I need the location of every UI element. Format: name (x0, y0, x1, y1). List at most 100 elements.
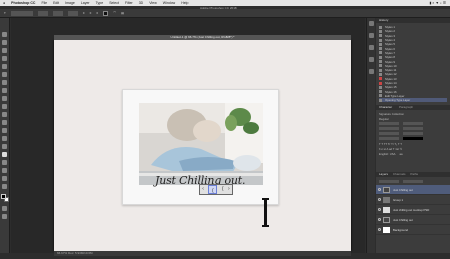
menu-select[interactable]: Select (109, 0, 119, 6)
zoom-tool-icon[interactable] (2, 184, 7, 189)
menu-view[interactable]: View (149, 0, 157, 6)
char-baseline-field[interactable] (379, 137, 399, 140)
healing-tool-icon[interactable] (2, 80, 7, 85)
align-right-icon[interactable]: ≡ (96, 11, 98, 15)
char-color-swatch[interactable] (403, 137, 423, 140)
eye-icon[interactable] (378, 198, 381, 201)
char-size-field[interactable] (379, 122, 399, 125)
tab-character[interactable]: Character (379, 105, 392, 109)
history-item-selected[interactable]: Opening Type Layer (379, 98, 447, 103)
menu-type[interactable]: Type (96, 0, 104, 6)
language-select[interactable]: English: USA (379, 152, 395, 156)
panel-icon-strip (366, 18, 375, 253)
layer-row[interactable]: Just Chilling out (376, 185, 450, 195)
antialias-select[interactable] (67, 10, 78, 16)
lifestyle-photo (139, 103, 263, 185)
type-tool-icon[interactable]: T (4, 11, 6, 15)
history-brush-tool-icon[interactable] (2, 104, 7, 109)
glyph-alt[interactable]: ( (222, 184, 224, 195)
menu-3d[interactable]: 3D (139, 0, 143, 6)
path-select-tool-icon[interactable] (2, 160, 7, 165)
lasso-tool-icon[interactable] (2, 48, 7, 53)
apple-icon[interactable]: ● (3, 0, 5, 6)
eye-icon[interactable] (378, 228, 381, 231)
shape-tool-icon[interactable] (2, 168, 7, 173)
eye-icon[interactable] (378, 208, 381, 211)
foreground-color[interactable] (0, 194, 6, 199)
font-size-select[interactable] (52, 10, 63, 16)
gradient-tool-icon[interactable] (2, 120, 7, 125)
dodge-tool-icon[interactable] (2, 136, 7, 141)
menu-edit[interactable]: Edit (53, 0, 59, 6)
pen-tool-icon[interactable] (2, 144, 7, 149)
hand-tool-icon[interactable] (2, 176, 7, 181)
char-tracking-field[interactable] (403, 127, 423, 130)
document-canvas[interactable]: Untitled-1 @ 66.7% (Just Chilling out, R… (54, 35, 351, 251)
layer-filter-select[interactable] (379, 179, 399, 183)
move-tool-icon[interactable] (2, 32, 7, 37)
tab-paragraph[interactable]: Paragraph (399, 105, 413, 109)
quick-select-tool-icon[interactable] (2, 56, 7, 61)
char-font-select[interactable]: Signature Collection (379, 112, 404, 116)
blur-tool-icon[interactable] (2, 128, 7, 133)
char-leading-field[interactable] (403, 122, 423, 125)
char-opentype-buttons[interactable]: fi σ st A ad T 1st ½ (379, 147, 402, 151)
menu-help[interactable]: Help (181, 0, 188, 6)
menu-file[interactable]: File (41, 0, 47, 6)
color-swatches[interactable] (0, 194, 9, 202)
properties-panel-icon[interactable] (368, 33, 374, 38)
char-style-buttons[interactable]: T T TT Tr T¹ T₁ T T (379, 142, 402, 146)
char-style-select[interactable]: Regular (379, 117, 389, 121)
warp-text-icon[interactable]: ⌒ (113, 11, 116, 15)
eyedropper-tool-icon[interactable] (2, 72, 7, 77)
history-panel-icon[interactable] (368, 21, 374, 26)
layer-row[interactable]: Background (376, 225, 450, 235)
type-tool-icon[interactable] (2, 152, 7, 157)
panels-icon[interactable]: ▤ (121, 11, 124, 15)
eye-icon[interactable] (378, 218, 381, 221)
font-family-select[interactable] (10, 10, 33, 16)
menu-app[interactable]: Photoshop CC (11, 0, 35, 6)
screen-mode-icon[interactable] (2, 214, 7, 219)
options-bar: T ≡ ≡ ≡ ⌒ ▤ (0, 9, 450, 18)
eye-icon[interactable] (378, 188, 381, 191)
align-left-icon[interactable]: ≡ (83, 11, 85, 15)
layer-row[interactable]: Just chilling out mockup PSD (376, 205, 450, 215)
menu-image[interactable]: Image (65, 0, 75, 6)
history-list: Styles 1 Styles 2 Styles 3 Styles 4 Styl… (376, 23, 450, 105)
document-status-bar: 66.67% Doc: 5.93M/10.6M (54, 251, 351, 256)
blend-mode-select[interactable] (403, 179, 423, 183)
font-style-select[interactable] (37, 10, 48, 16)
layer-row[interactable]: Just Chilling out (376, 215, 450, 225)
char-kerning-field[interactable] (379, 127, 399, 130)
eraser-tool-icon[interactable] (2, 112, 7, 117)
crop-tool-icon[interactable] (2, 64, 7, 69)
layer-row[interactable]: Group 1 (376, 195, 450, 205)
glyph-next-icon[interactable]: › (228, 184, 230, 195)
libraries-panel-icon[interactable] (368, 69, 374, 74)
antialias-value[interactable]: aa (399, 152, 402, 156)
adjustments-panel-icon[interactable] (368, 45, 374, 50)
menu-layer[interactable]: Layer (81, 0, 90, 6)
glyph-current[interactable]: ( (208, 185, 218, 194)
char-hscale-field[interactable] (403, 132, 423, 135)
tab-paths[interactable]: Paths (410, 172, 418, 176)
photo-illustration (139, 103, 263, 185)
swatches-panel-icon[interactable] (368, 57, 374, 62)
document-tab[interactable]: Untitled-1 @ 66.7% (Just Chilling out, R… (54, 35, 351, 40)
align-center-icon[interactable]: ≡ (90, 11, 92, 15)
char-vscale-field[interactable] (379, 132, 399, 135)
menu-window[interactable]: Window (163, 0, 175, 6)
menu-filter[interactable]: Filter (125, 0, 133, 6)
right-panels: History Styles 1 Styles 2 Styles 3 Style… (376, 18, 450, 253)
marquee-tool-icon[interactable] (2, 40, 7, 45)
tab-layers[interactable]: Layers (379, 172, 388, 176)
glyph-prev-icon[interactable]: ‹ (202, 184, 204, 195)
tab-channels[interactable]: Channels (393, 172, 406, 176)
text-color-swatch[interactable] (103, 10, 109, 16)
status-icons: ▮ ◐ ▼ ⌕ ☰ (429, 1, 447, 5)
stamp-tool-icon[interactable] (2, 96, 7, 101)
tools-panel (0, 18, 10, 253)
brush-tool-icon[interactable] (2, 88, 7, 93)
quick-mask-icon[interactable] (2, 206, 7, 211)
